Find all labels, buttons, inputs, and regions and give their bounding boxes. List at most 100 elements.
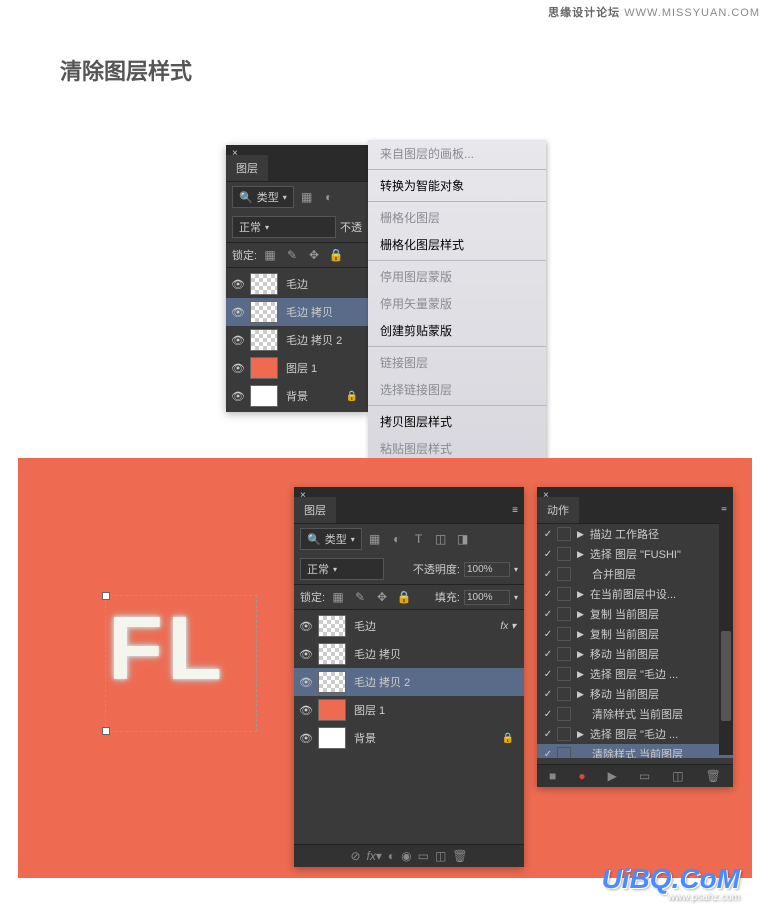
layer-row[interactable]: 👁 毛边 拷贝 — [294, 640, 524, 668]
check-icon[interactable]: ✓ — [541, 649, 555, 660]
blend-mode-dropdown[interactable]: 正常▾ — [300, 558, 384, 580]
lock-paint-icon[interactable]: ✎ — [351, 589, 369, 605]
tab-actions[interactable]: 动作 — [537, 497, 579, 523]
lock-all-icon[interactable]: 🔒 — [327, 247, 345, 263]
filter-image-icon[interactable]: ▦ — [298, 189, 316, 205]
tab-layers[interactable]: 图层 — [294, 497, 336, 523]
action-row[interactable]: ✓ ▶ 描边 工作路径 — [537, 524, 733, 544]
lock-position-icon[interactable]: ✥ — [373, 589, 391, 605]
visibility-eye-icon[interactable]: 👁 — [230, 390, 246, 403]
menu-item[interactable]: 栅格化图层样式 — [368, 231, 546, 258]
visibility-eye-icon[interactable]: 👁 — [298, 732, 314, 745]
check-icon[interactable]: ✓ — [541, 529, 555, 540]
menu-item[interactable]: 转换为智能对象 — [368, 172, 546, 199]
check-icon[interactable]: ✓ — [541, 729, 555, 740]
visibility-eye-icon[interactable]: 👁 — [298, 676, 314, 689]
dialog-toggle[interactable] — [557, 667, 571, 681]
adjustment-icon[interactable]: ◉ — [401, 849, 411, 863]
folder-icon[interactable]: ▭ — [639, 769, 650, 783]
opacity-input[interactable] — [464, 562, 510, 577]
dialog-toggle[interactable] — [557, 587, 571, 601]
trash-icon[interactable]: 🗑 — [706, 769, 721, 783]
check-icon[interactable]: ✓ — [541, 669, 555, 680]
mask-icon[interactable]: ◐ — [388, 849, 395, 863]
check-icon[interactable]: ✓ — [541, 589, 555, 600]
record-icon[interactable]: ● — [578, 769, 585, 783]
filter-adjust-icon[interactable]: ◐ — [320, 189, 338, 205]
tab-layers[interactable]: 图层 — [226, 155, 268, 181]
expand-triangle-icon[interactable]: ▶ — [577, 669, 584, 680]
dialog-toggle[interactable] — [557, 747, 571, 758]
play-icon[interactable]: ▶ — [608, 769, 617, 783]
layer-row[interactable]: 👁 毛边 — [226, 270, 368, 298]
expand-triangle-icon[interactable]: ▶ — [577, 649, 584, 660]
layer-thumbnail[interactable] — [318, 699, 346, 721]
chevron-down-icon[interactable]: ▾ — [514, 593, 518, 602]
new-layer-icon[interactable]: ◫ — [435, 849, 446, 863]
visibility-eye-icon[interactable]: 👁 — [230, 306, 246, 319]
expand-triangle-icon[interactable]: ▶ — [577, 689, 584, 700]
action-row[interactable]: ✓ 合并图层 — [537, 564, 733, 584]
scrollbar[interactable] — [719, 511, 733, 755]
lock-transparency-icon[interactable]: ▦ — [329, 589, 347, 605]
layer-row[interactable]: 👁 毛边 拷贝 — [226, 298, 368, 326]
expand-triangle-icon[interactable]: ▶ — [577, 629, 584, 640]
check-icon[interactable]: ✓ — [541, 609, 555, 620]
layer-thumbnail[interactable] — [250, 301, 278, 323]
new-action-icon[interactable]: ◫ — [672, 769, 683, 783]
filter-shape-icon[interactable]: ◫ — [432, 531, 450, 547]
visibility-eye-icon[interactable]: 👁 — [298, 620, 314, 633]
dialog-toggle[interactable] — [557, 527, 571, 541]
selection-box[interactable] — [105, 595, 257, 732]
lock-all-icon[interactable]: 🔒 — [395, 589, 413, 605]
layer-thumbnail[interactable] — [250, 273, 278, 295]
visibility-eye-icon[interactable]: 👁 — [230, 334, 246, 347]
layer-row[interactable]: 👁 毛边 拷贝 2 — [226, 326, 368, 354]
check-icon[interactable]: ✓ — [541, 749, 555, 759]
layer-row[interactable]: 👁 背景 🔒 — [226, 382, 368, 410]
action-row[interactable]: ✓ ▶ 复制 当前图层 — [537, 604, 733, 624]
action-row[interactable]: ✓ ▶ 选择 图层 "FUSHI" — [537, 544, 733, 564]
menu-item[interactable]: 拷贝图层样式 — [368, 408, 546, 435]
chevron-down-icon[interactable]: ▾ — [514, 565, 518, 574]
action-row[interactable]: ✓ 清除样式 当前图层 — [537, 704, 733, 724]
layer-thumbnail[interactable] — [250, 329, 278, 351]
layer-row[interactable]: 👁 图层 1 — [226, 354, 368, 382]
blend-mode-dropdown[interactable]: 正常▾ — [232, 216, 336, 238]
action-row[interactable]: ✓ ▶ 选择 图层 "毛边 ... — [537, 724, 733, 744]
dialog-toggle[interactable] — [557, 627, 571, 641]
layer-thumbnail[interactable] — [318, 615, 346, 637]
stop-icon[interactable]: ■ — [549, 769, 556, 783]
selection-handle[interactable] — [102, 592, 110, 600]
trash-icon[interactable]: 🗑 — [452, 849, 467, 863]
visibility-eye-icon[interactable]: 👁 — [298, 704, 314, 717]
visibility-eye-icon[interactable]: 👁 — [230, 362, 246, 375]
expand-triangle-icon[interactable]: ▶ — [577, 589, 584, 600]
layer-thumbnail[interactable] — [250, 385, 278, 407]
lock-transparency-icon[interactable]: ▦ — [261, 247, 279, 263]
check-icon[interactable]: ✓ — [541, 689, 555, 700]
layer-thumbnail[interactable] — [318, 727, 346, 749]
scroll-thumb[interactable] — [721, 631, 731, 721]
expand-triangle-icon[interactable]: ▶ — [577, 609, 584, 620]
dialog-toggle[interactable] — [557, 687, 571, 701]
panel-menu-icon[interactable]: ≡ — [506, 502, 524, 519]
layer-row[interactable]: 👁 背景 🔒 — [294, 724, 524, 752]
fx-indicator[interactable]: fx ▾ — [500, 621, 520, 632]
expand-triangle-icon[interactable]: ▶ — [577, 729, 584, 740]
dialog-toggle[interactable] — [557, 607, 571, 621]
expand-triangle-icon[interactable]: ▶ — [577, 529, 584, 540]
action-row[interactable]: ✓ ▶ 移动 当前图层 — [537, 684, 733, 704]
link-icon[interactable]: ⊘ — [350, 849, 360, 863]
filter-dropdown[interactable]: 🔍类型▾ — [232, 186, 294, 208]
dialog-toggle[interactable] — [557, 727, 571, 741]
action-row[interactable]: ✓ ▶ 在当前图层中设... — [537, 584, 733, 604]
dialog-toggle[interactable] — [557, 647, 571, 661]
filter-adjust-icon[interactable]: ◐ — [388, 531, 406, 547]
lock-paint-icon[interactable]: ✎ — [283, 247, 301, 263]
fill-input[interactable] — [464, 590, 510, 605]
visibility-eye-icon[interactable]: 👁 — [298, 648, 314, 661]
menu-item[interactable]: 创建剪贴蒙版 — [368, 317, 546, 344]
check-icon[interactable]: ✓ — [541, 549, 555, 560]
action-row[interactable]: ✓ 清除样式 当前图层 — [537, 744, 733, 758]
